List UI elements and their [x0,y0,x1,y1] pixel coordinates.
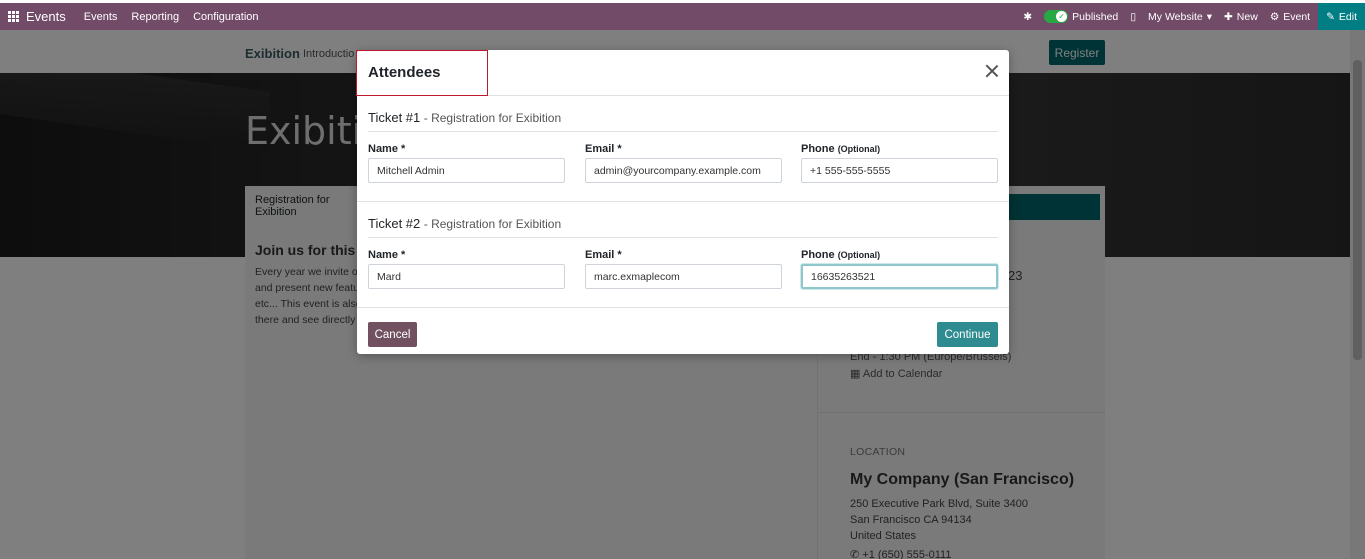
name-field-group: Name * Mitchell Admin [368,143,565,183]
ticket-1-phone-input[interactable]: +1 555-555-5555 [801,158,998,183]
top-navbar: Events Events Reporting Configuration ✱ … [0,3,1365,30]
phone-label: Phone (Optional) [801,249,998,261]
menu-configuration[interactable]: Configuration [193,11,258,23]
ticket-2-email-input[interactable]: marc.exmaplecom [585,264,782,289]
ticket-2-section: Ticket #2 - Registration for Exibition N… [357,202,1009,308]
email-label: Email * [585,143,622,155]
plus-icon: ✚ [1223,10,1233,23]
email-label: Email * [585,249,622,261]
menu-events[interactable]: Events [84,11,118,23]
cancel-button[interactable]: Cancel [368,322,417,347]
ticket-subtitle: - Registration for Exibition [423,217,562,231]
ticket-subtitle: - Registration for Exibition [423,111,562,125]
ticket-number: Ticket #2 [368,216,421,231]
ticket-1-name-input[interactable]: Mitchell Admin [368,158,565,183]
ticket-heading: Ticket #1 - Registration for Exibition [368,110,998,132]
email-field-group: Email * marc.exmaplecom [585,249,782,289]
name-field-group: Name * Mard [368,249,565,289]
ticket-number: Ticket #1 [368,110,421,125]
attendees-modal: Attendees Ticket #1 - Registration for E… [356,50,1009,354]
new-label: New [1236,10,1258,23]
menu-reporting[interactable]: Reporting [131,11,179,23]
ticket-2-phone-input[interactable]: 16635263521 [801,264,998,289]
apps-grid-icon[interactable] [8,10,20,23]
phone-label-text: Phone [801,143,835,155]
ticket-heading: Ticket #2 - Registration for Exibition [368,216,998,238]
caret-down-icon: ▾ [1206,10,1212,23]
ticket-1-email-input[interactable]: admin@yourcompany.example.com [585,158,782,183]
continue-button[interactable]: Continue [937,322,998,347]
new-button[interactable]: ✚ New [1224,11,1258,23]
event-label: Event [1283,10,1311,23]
edit-button[interactable]: ✎ Edit [1318,3,1365,30]
phone-field-group: Phone (Optional) 16635263521 [801,249,998,289]
event-settings-button[interactable]: ⚙ Event [1270,11,1310,23]
phone-label: Phone (Optional) [801,143,998,155]
published-label: Published [1072,10,1119,23]
toggle-switch-icon [1044,10,1069,23]
edit-label: Edit [1338,10,1357,23]
optional-tag: (Optional) [837,250,881,260]
name-label: Name * [368,143,406,155]
phone-label-text: Phone [801,249,835,261]
email-field-group: Email * admin@yourcompany.example.com [585,143,782,183]
title-highlight-box [356,50,488,96]
published-toggle[interactable]: Published [1044,10,1118,23]
optional-tag: (Optional) [837,144,881,154]
close-icon[interactable] [985,64,999,78]
name-label: Name * [368,249,406,261]
mobile-preview-icon[interactable]: ▯ [1130,11,1136,23]
website-label: My Website [1148,10,1203,23]
phone-field-group: Phone (Optional) +1 555-555-5555 [801,143,998,183]
modal-header: Attendees [356,50,1009,96]
bug-icon[interactable]: ✱ [1023,11,1032,23]
pencil-icon: ✎ [1326,10,1335,23]
app-brand[interactable]: Events [26,9,66,24]
website-selector[interactable]: My Website ▾ [1148,11,1212,23]
modal-footer: Cancel Continue [357,308,1009,358]
gear-icon: ⚙ [1269,10,1280,23]
ticket-1-section: Ticket #1 - Registration for Exibition N… [357,96,1009,202]
ticket-2-name-input[interactable]: Mard [368,264,565,289]
